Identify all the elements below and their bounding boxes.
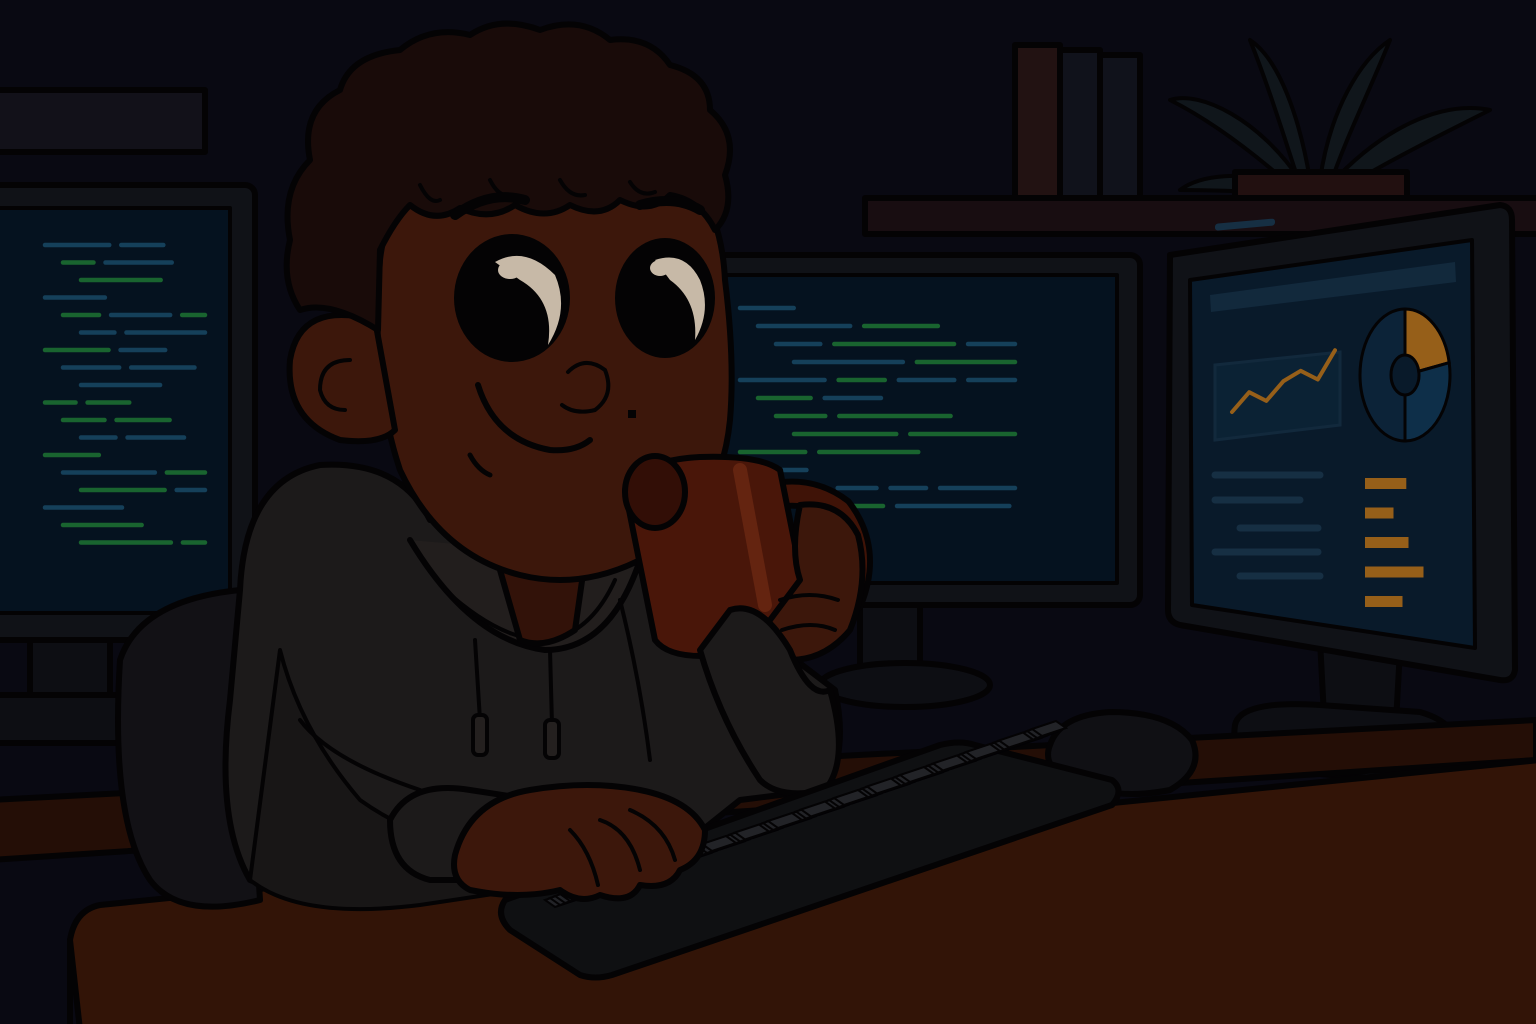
- illustration-scene: [0, 0, 1536, 1024]
